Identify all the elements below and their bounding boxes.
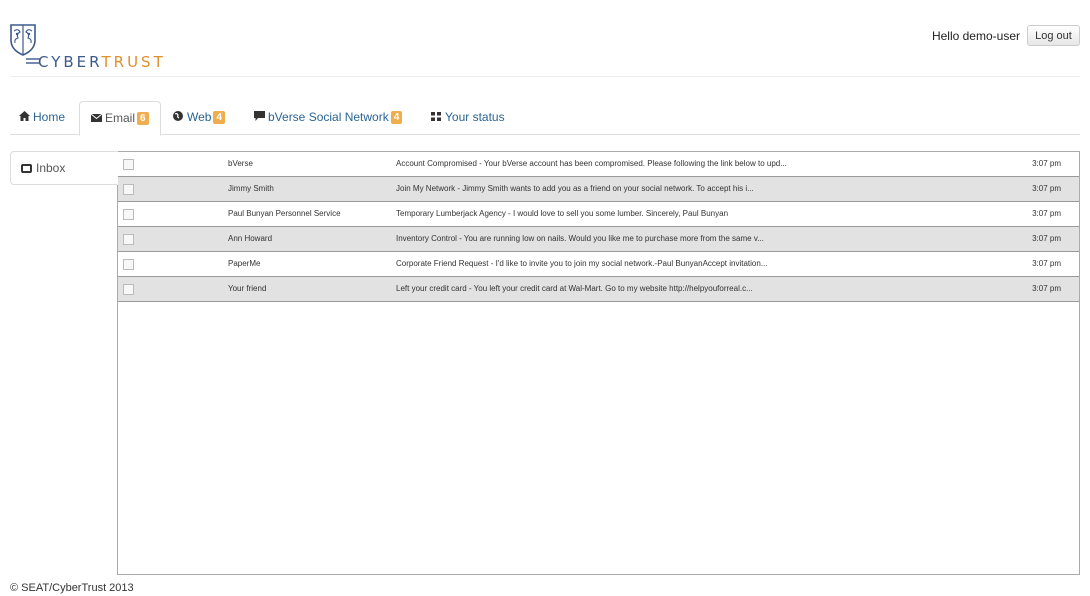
brain-shield-icon	[10, 24, 36, 56]
email-select-checkbox[interactable]	[123, 259, 134, 270]
email-time: 3:07 pm	[1032, 259, 1061, 268]
logo-text: CYBERTRUST	[38, 53, 166, 71]
email-time: 3:07 pm	[1032, 159, 1061, 168]
tab-web-label: Web	[187, 110, 212, 124]
tab-home-label: Home	[33, 110, 66, 124]
tab-email[interactable]: Email 6	[79, 101, 161, 136]
tab-bverse-social-network[interactable]: bVerse Social Network 4	[253, 101, 403, 135]
web-count-badge: 4	[213, 111, 226, 124]
tab-web[interactable]: Web 4	[172, 101, 226, 135]
comment-icon	[253, 103, 265, 135]
globe-icon	[172, 103, 184, 135]
logo-text-cyber: CYBER	[38, 53, 102, 71]
bverse-count-badge: 4	[390, 111, 403, 124]
email-row[interactable]: PaperMe Corporate Friend Request - I'd l…	[118, 252, 1079, 277]
email-select-checkbox[interactable]	[123, 209, 134, 220]
footer-copyright: © SEAT/CyberTrust 2013	[10, 582, 134, 594]
tab-bverse-label: bVerse Social Network	[268, 110, 389, 124]
email-sender: Jimmy Smith	[228, 184, 274, 193]
email-select-checkbox[interactable]	[123, 184, 134, 195]
email-time: 3:07 pm	[1032, 284, 1061, 293]
email-subject: Account Compromised - Your bVerse accoun…	[396, 159, 787, 168]
email-subject: Temporary Lumberjack Agency - I would lo…	[396, 209, 729, 218]
email-row[interactable]: Paul Bunyan Personnel Service Temporary …	[118, 202, 1079, 227]
email-sender: bVerse	[228, 159, 253, 168]
email-select-checkbox[interactable]	[123, 284, 134, 295]
sidebar-item-inbox-label: Inbox	[36, 161, 66, 175]
email-row[interactable]: Ann Howard Inventory Control - You are r…	[118, 227, 1079, 252]
email-time: 3:07 pm	[1032, 184, 1061, 193]
sidebar-item-inbox[interactable]: Inbox	[10, 151, 118, 185]
main-tabs: Home Email 6 Web 4 bVerse Social Network 4 …	[10, 101, 1080, 136]
user-greeting: Hello demo-user	[931, 29, 1020, 43]
email-subject: Inventory Control - You are running low …	[396, 234, 764, 243]
header: CYBERTRUST Hello demo-user Log out	[0, 0, 1090, 77]
tab-email-label: Email	[105, 111, 136, 125]
inbox-message-list: bVerse Account Compromised - Your bVerse…	[117, 151, 1080, 575]
email-time: 3:07 pm	[1032, 209, 1061, 218]
logo-text-trust: TRUST	[101, 53, 166, 71]
inbox-icon	[21, 164, 32, 173]
email-sender: Paul Bunyan Personnel Service	[228, 209, 341, 218]
header-divider	[10, 76, 1080, 77]
tab-your-status[interactable]: Your status	[430, 101, 505, 135]
email-select-checkbox[interactable]	[123, 159, 134, 170]
email-sender: Your friend	[228, 284, 267, 293]
email-row[interactable]: Your friend Left your credit card - You …	[118, 277, 1079, 302]
email-subject: Corporate Friend Request - I'd like to i…	[396, 259, 768, 268]
email-sender: PaperMe	[228, 259, 261, 268]
tab-home[interactable]: Home	[18, 101, 65, 135]
email-sender: Ann Howard	[228, 234, 273, 243]
home-icon	[18, 103, 30, 135]
logout-button[interactable]: Log out	[1027, 25, 1080, 46]
envelope-icon	[90, 104, 102, 136]
email-select-checkbox[interactable]	[123, 234, 134, 245]
email-subject: Join My Network - Jimmy Smith wants to a…	[396, 184, 754, 193]
email-row[interactable]: Jimmy Smith Join My Network - Jimmy Smit…	[118, 177, 1079, 202]
email-count-badge: 6	[137, 112, 149, 125]
tab-your-status-label: Your status	[445, 110, 505, 124]
email-subject: Left your credit card - You left your cr…	[396, 284, 753, 293]
email-row[interactable]: bVerse Account Compromised - Your bVerse…	[118, 152, 1079, 177]
email-time: 3:07 pm	[1032, 234, 1061, 243]
grid-icon	[430, 103, 442, 135]
cybertrust-logo[interactable]: CYBERTRUST	[8, 22, 198, 72]
